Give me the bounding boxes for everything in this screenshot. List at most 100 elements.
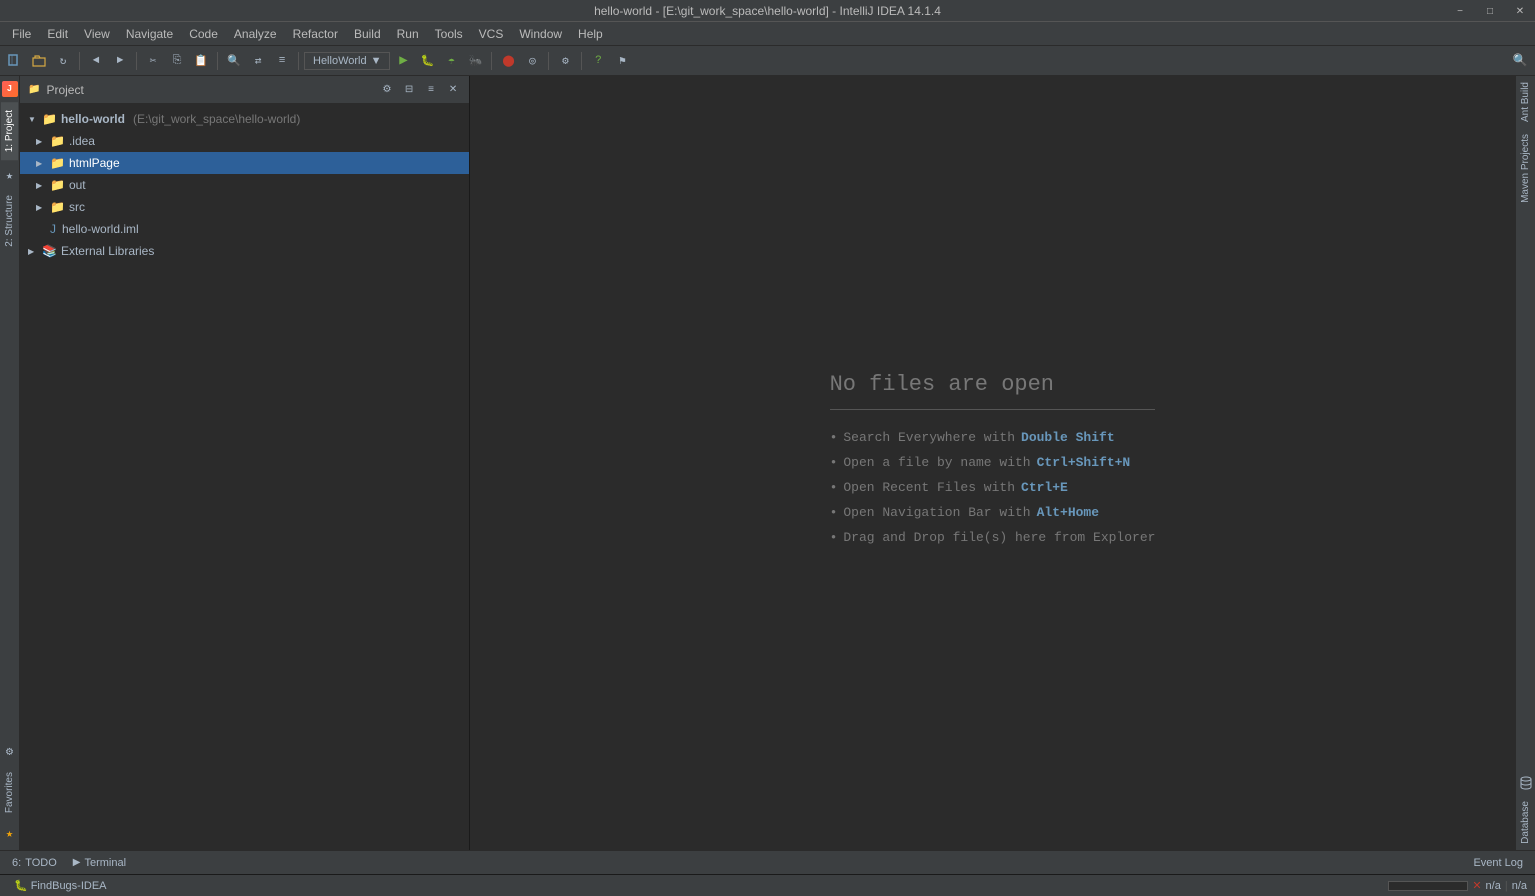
htmlpage-folder-icon: 📁 xyxy=(50,156,65,170)
menu-view[interactable]: View xyxy=(76,22,118,45)
copy-btn[interactable]: ⎘ xyxy=(166,50,188,72)
tree-item-iml[interactable]: ▶ J hello-world.iml xyxy=(20,218,469,240)
toolbar: ↻ ◄ ► ✂ ⎘ 📋 🔍 ⇄ ≡ HelloWorld ▼ ▶ 🐛 ☂ 🐜 ⬤… xyxy=(0,46,1535,76)
sidebar-item-project[interactable]: 1: Project xyxy=(1,102,18,160)
toolbar-sep-3 xyxy=(217,52,218,70)
sidebar-item-structure[interactable]: 2: Structure xyxy=(1,187,18,255)
hint-5-text: Drag and Drop file(s) here from Explorer xyxy=(843,530,1155,545)
menu-build[interactable]: Build xyxy=(346,22,389,45)
project-gear-btn[interactable]: ≡ xyxy=(423,82,439,98)
out-name: out xyxy=(69,178,86,192)
hint-4-key: Alt+Home xyxy=(1037,505,1099,520)
menu-file[interactable]: File xyxy=(4,22,39,45)
toolbar-sep-4 xyxy=(298,52,299,70)
findbugs-status[interactable]: 🐛 FindBugs-IDEA xyxy=(8,879,113,892)
hint-3-text: Open Recent Files with xyxy=(843,480,1015,495)
menu-help[interactable]: Help xyxy=(570,22,611,45)
mute-bp-btn[interactable]: ◎ xyxy=(521,50,543,72)
tree-item-idea[interactable]: ▶ 📁 .idea xyxy=(20,130,469,152)
menu-bar: File Edit View Navigate Code Analyze Ref… xyxy=(0,22,1535,46)
project-collapse-btn[interactable]: ⊟ xyxy=(401,82,417,98)
ant-button[interactable]: 🐜 xyxy=(464,50,486,72)
menu-edit[interactable]: Edit xyxy=(39,22,76,45)
terminal-icon: ▶ xyxy=(73,857,81,868)
hint-4-text: Open Navigation Bar with xyxy=(843,505,1030,520)
menu-navigate[interactable]: Navigate xyxy=(118,22,181,45)
new-project-btn[interactable] xyxy=(4,50,26,72)
error-indicator: ✕ xyxy=(1472,879,1481,892)
event-log-label: Event Log xyxy=(1473,857,1523,869)
idea-name: .idea xyxy=(69,134,95,148)
menu-tools[interactable]: Tools xyxy=(427,22,471,45)
todo-tab[interactable]: 6: TODO xyxy=(8,857,61,869)
hint-2-key: Ctrl+Shift+N xyxy=(1037,455,1131,470)
toolbar-sep-7 xyxy=(581,52,582,70)
na-label-2: n/a xyxy=(1512,880,1527,892)
todo-number: 6: xyxy=(12,857,21,869)
root-folder-icon: 📁 xyxy=(42,112,57,126)
close-button[interactable]: ✕ xyxy=(1505,0,1535,22)
project-header: 📁 Project ⚙ ⊟ ≡ ✕ xyxy=(20,76,469,104)
event-log-tab[interactable]: Event Log xyxy=(1469,857,1527,869)
progress-bar xyxy=(1388,881,1468,891)
left-sidebar: J 1: Project ★ 2: Structure ⚙ Favorites … xyxy=(0,76,20,850)
tree-item-src[interactable]: ▶ 📁 src xyxy=(20,196,469,218)
back-btn[interactable]: ◄ xyxy=(85,50,107,72)
menu-run[interactable]: Run xyxy=(389,22,427,45)
root-path: (E:\git_work_space\hello-world) xyxy=(133,112,300,126)
find-btn[interactable]: 🔍 xyxy=(223,50,245,72)
favorites-star-icon[interactable]: ★ xyxy=(1,824,19,842)
no-files-panel: No files are open • Search Everywhere wi… xyxy=(470,76,1515,850)
paste-btn[interactable]: 📋 xyxy=(190,50,212,72)
title-bar: hello-world - [E:\git_work_space\hello-w… xyxy=(0,0,1535,22)
find-usages-btn[interactable]: ≡ xyxy=(271,50,293,72)
root-name: hello-world xyxy=(61,112,125,126)
sync-btn[interactable]: ↻ xyxy=(52,50,74,72)
sidebar-bottom-icon[interactable]: ⚙ xyxy=(1,743,19,761)
maven-projects-tab[interactable]: Maven Projects xyxy=(1518,128,1533,209)
help-btn[interactable]: ? xyxy=(587,50,609,72)
intellij-logo: J xyxy=(1,80,19,98)
favorites-icon[interactable]: ★ xyxy=(1,166,19,184)
tree-item-external-libs[interactable]: ▶ 📚 External Libraries xyxy=(20,240,469,262)
search-everywhere-btn[interactable]: 🔍 xyxy=(1509,50,1531,72)
tree-item-htmlpage[interactable]: ▶ 📁 htmlPage xyxy=(20,152,469,174)
bottom-right: Event Log xyxy=(1469,857,1527,869)
htmlpage-name: htmlPage xyxy=(69,156,120,170)
project-close-btn[interactable]: ✕ xyxy=(445,82,461,98)
database-icon xyxy=(1518,775,1534,791)
cut-btn[interactable]: ✂ xyxy=(142,50,164,72)
run-button[interactable]: ▶ xyxy=(392,50,414,72)
menu-refactor[interactable]: Refactor xyxy=(285,22,346,45)
terminal-tab[interactable]: ▶ Terminal xyxy=(69,857,130,869)
hint-3-key: Ctrl+E xyxy=(1021,480,1068,495)
out-arrow: ▶ xyxy=(36,181,46,190)
tree-root[interactable]: ▼ 📁 hello-world (E:\git_work_space\hello… xyxy=(20,108,469,130)
iml-name: hello-world.iml xyxy=(62,222,139,236)
project-panel-title: Project xyxy=(46,83,206,97)
tree-item-out[interactable]: ▶ 📁 out xyxy=(20,174,469,196)
maximize-button[interactable]: □ xyxy=(1475,0,1505,22)
database-tab[interactable]: Database xyxy=(1518,795,1533,850)
menu-analyze[interactable]: Analyze xyxy=(226,22,285,45)
attach-debugger-btn[interactable]: ⚙ xyxy=(554,50,576,72)
menu-vcs[interactable]: VCS xyxy=(471,22,512,45)
debug-button[interactable]: 🐛 xyxy=(416,50,438,72)
editor-area: No files are open • Search Everywhere wi… xyxy=(470,76,1515,850)
toggle-bp-btn[interactable]: ⬤ xyxy=(497,50,519,72)
run-config-selector[interactable]: HelloWorld ▼ xyxy=(304,52,390,70)
replace-btn[interactable]: ⇄ xyxy=(247,50,269,72)
src-name: src xyxy=(69,200,85,214)
menu-window[interactable]: Window xyxy=(511,22,570,45)
project-settings-btn[interactable]: ⚙ xyxy=(379,82,395,98)
menu-code[interactable]: Code xyxy=(181,22,226,45)
ant-build-tab[interactable]: Ant Build xyxy=(1518,76,1533,128)
forward-btn[interactable]: ► xyxy=(109,50,131,72)
open-btn[interactable] xyxy=(28,50,50,72)
coverage-button[interactable]: ☂ xyxy=(440,50,462,72)
sidebar-item-favorites[interactable]: Favorites xyxy=(1,764,18,821)
hint-5: • Drag and Drop file(s) here from Explor… xyxy=(830,530,1156,545)
minimize-button[interactable]: − xyxy=(1445,0,1475,22)
inspect-btn[interactable]: ⚑ xyxy=(611,50,633,72)
hint-2: • Open a file by name with Ctrl+Shift+N xyxy=(830,455,1156,470)
